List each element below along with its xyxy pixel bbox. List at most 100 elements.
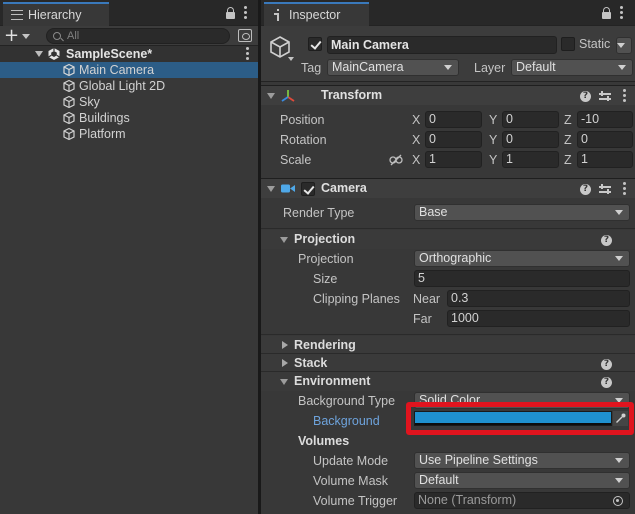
scene-kebab-icon[interactable] bbox=[245, 47, 249, 61]
component-kebab-icon[interactable] bbox=[622, 89, 626, 103]
scale-x-field[interactable]: 1 bbox=[425, 151, 482, 168]
hierarchy-item-global-light-2d[interactable]: Global Light 2D bbox=[0, 78, 258, 94]
environment-section-header[interactable]: Environment ? bbox=[261, 372, 635, 391]
layer-dropdown[interactable]: Default bbox=[511, 59, 633, 76]
projection-dropdown[interactable]: Orthographic bbox=[414, 250, 630, 267]
hierarchy-tabbar: Hierarchy bbox=[0, 0, 258, 26]
transform-title: Transform bbox=[321, 88, 383, 102]
kebab-menu-icon[interactable] bbox=[243, 6, 247, 20]
constrain-proportions-icon[interactable] bbox=[389, 154, 403, 166]
hierarchy-item-buildings[interactable]: Buildings bbox=[0, 110, 258, 126]
search-icon bbox=[53, 32, 61, 40]
size-label: Size bbox=[313, 272, 338, 286]
object-active-checkbox[interactable] bbox=[308, 37, 322, 51]
scale-x-label[interactable]: X bbox=[412, 153, 420, 167]
position-y-field[interactable]: 0 bbox=[502, 111, 559, 128]
hierarchy-tree: SampleScene* Main Camera Global Light 2D bbox=[0, 46, 258, 142]
expand-arrow-icon[interactable] bbox=[282, 341, 288, 349]
presets-icon[interactable] bbox=[599, 91, 611, 102]
help-icon[interactable]: ? bbox=[601, 235, 612, 246]
divider bbox=[261, 228, 635, 229]
position-x-label[interactable]: X bbox=[412, 113, 420, 127]
tag-dropdown[interactable]: MainCamera bbox=[327, 59, 459, 76]
projection-section-header[interactable]: Projection ? bbox=[261, 230, 635, 249]
hierarchy-item-main-camera[interactable]: Main Camera bbox=[0, 62, 258, 78]
position-label: Position bbox=[280, 113, 325, 127]
presets-icon[interactable] bbox=[599, 184, 611, 195]
transform-axes-icon bbox=[281, 90, 295, 102]
static-dropdown[interactable] bbox=[616, 37, 632, 54]
tab-inspector[interactable]: Inspector bbox=[264, 2, 369, 26]
chevron-down-icon[interactable] bbox=[288, 57, 294, 61]
volume-mask-dropdown[interactable]: Default bbox=[414, 472, 630, 489]
collapse-arrow-icon[interactable] bbox=[280, 379, 288, 385]
tag-value: MainCamera bbox=[332, 60, 404, 74]
object-name-field[interactable]: Main Camera bbox=[327, 36, 557, 54]
position-z-field[interactable]: -10 bbox=[577, 111, 633, 128]
update-mode-value: Use Pipeline Settings bbox=[419, 453, 538, 467]
unity-scene-icon bbox=[48, 48, 60, 60]
scene-visibility-icon[interactable] bbox=[238, 29, 252, 42]
camera-title: Camera bbox=[321, 181, 367, 195]
highlight-annotation bbox=[406, 402, 634, 435]
component-kebab-icon[interactable] bbox=[622, 182, 626, 196]
camera-icon bbox=[281, 184, 295, 193]
volume-trigger-field[interactable]: None (Transform) bbox=[414, 492, 630, 509]
collapse-arrow-icon[interactable] bbox=[267, 186, 275, 192]
help-icon[interactable]: ? bbox=[580, 91, 591, 102]
rendering-section-title: Rendering bbox=[294, 338, 356, 352]
far-field[interactable]: 1000 bbox=[447, 310, 630, 327]
gameobject-cube-icon bbox=[63, 95, 75, 109]
help-icon[interactable]: ? bbox=[601, 377, 612, 388]
collapse-arrow-icon[interactable] bbox=[280, 237, 288, 243]
hierarchy-item-label: Buildings bbox=[79, 111, 130, 125]
update-mode-dropdown[interactable]: Use Pipeline Settings bbox=[414, 452, 630, 469]
lock-icon[interactable] bbox=[226, 7, 235, 19]
gameobject-cube-icon bbox=[63, 111, 75, 125]
rotation-x-field[interactable]: 0 bbox=[425, 131, 482, 148]
expand-arrow-icon[interactable] bbox=[35, 51, 43, 57]
gameobject-cube-icon bbox=[63, 127, 75, 141]
object-picker-icon[interactable] bbox=[613, 496, 623, 506]
help-icon[interactable]: ? bbox=[601, 359, 612, 370]
hierarchy-search[interactable] bbox=[46, 28, 230, 44]
add-object-button[interactable]: + bbox=[4, 27, 34, 45]
position-z-label[interactable]: Z bbox=[564, 113, 572, 127]
camera-header[interactable]: Camera ? bbox=[261, 178, 635, 198]
rotation-y-label[interactable]: Y bbox=[489, 133, 497, 147]
position-x-field[interactable]: 0 bbox=[425, 111, 482, 128]
volume-trigger-value: None (Transform) bbox=[418, 493, 517, 507]
scale-y-field[interactable]: 1 bbox=[502, 151, 559, 168]
scene-row[interactable]: SampleScene* bbox=[0, 46, 258, 62]
scale-z-field[interactable]: 1 bbox=[577, 151, 633, 168]
camera-enabled-checkbox[interactable] bbox=[301, 182, 315, 196]
expand-arrow-icon[interactable] bbox=[282, 359, 288, 367]
rotation-z-label[interactable]: Z bbox=[564, 133, 572, 147]
hierarchy-item-platform[interactable]: Platform bbox=[0, 126, 258, 142]
static-label: Static bbox=[579, 37, 611, 51]
static-checkbox[interactable] bbox=[561, 37, 575, 51]
near-label[interactable]: Near bbox=[413, 292, 440, 306]
scale-z-label[interactable]: Z bbox=[564, 153, 572, 167]
position-y-label[interactable]: Y bbox=[489, 113, 497, 127]
tab-hierarchy[interactable]: Hierarchy bbox=[3, 2, 109, 26]
rotation-y-field[interactable]: 0 bbox=[502, 131, 559, 148]
search-input[interactable] bbox=[67, 30, 217, 42]
far-label[interactable]: Far bbox=[413, 312, 432, 326]
help-icon[interactable]: ? bbox=[580, 184, 591, 195]
render-type-dropdown[interactable]: Base bbox=[414, 204, 630, 221]
transform-header[interactable]: Transform ? bbox=[261, 85, 635, 105]
size-field[interactable]: 5 bbox=[414, 270, 630, 287]
collapse-arrow-icon[interactable] bbox=[267, 93, 275, 99]
hierarchy-item-sky[interactable]: Sky bbox=[0, 94, 258, 110]
background-type-label: Background Type bbox=[298, 394, 396, 408]
lock-icon[interactable] bbox=[602, 7, 611, 19]
near-field[interactable]: 0.3 bbox=[447, 290, 630, 307]
info-icon bbox=[272, 9, 284, 21]
rotation-label: Rotation bbox=[280, 133, 327, 147]
scale-y-label[interactable]: Y bbox=[489, 153, 497, 167]
kebab-menu-icon[interactable] bbox=[619, 6, 623, 20]
rotation-x-label[interactable]: X bbox=[412, 133, 420, 147]
environment-section-title: Environment bbox=[294, 374, 371, 388]
rotation-z-field[interactable]: 0 bbox=[577, 131, 633, 148]
